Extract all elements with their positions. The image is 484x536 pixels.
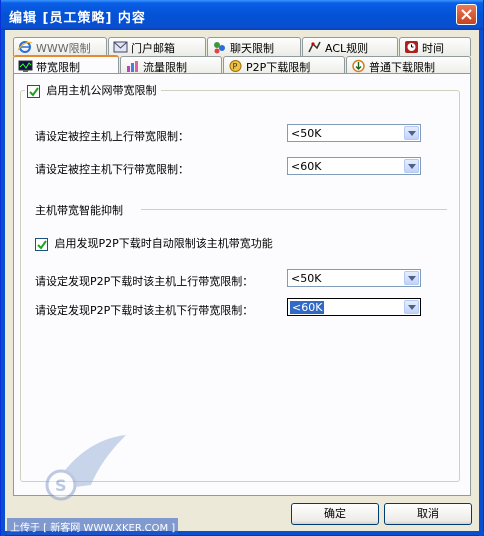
enable-bandwidth-label: 启用主机公网带宽限制 <box>46 84 157 97</box>
window-title: 编辑 [员工策略] 内容 <box>9 11 146 26</box>
download-limit-value: <60K <box>291 160 322 173</box>
tab-chat-limit[interactable]: 聊天限制 <box>207 37 301 56</box>
download-icon <box>352 59 365 73</box>
tab-time[interactable]: 时间 <box>399 37 471 56</box>
chevron-down-icon <box>408 305 416 310</box>
enable-bandwidth-checkbox-row[interactable]: 启用主机公网带宽限制 <box>25 82 161 98</box>
mail-icon <box>113 41 128 53</box>
close-icon <box>461 9 472 20</box>
svg-text:P: P <box>233 62 238 71</box>
chevron-down-icon <box>408 164 416 169</box>
p2p-download-limit-value: <60K <box>290 301 325 314</box>
p2p-download-limit-dropdown-button[interactable] <box>404 300 419 314</box>
tab-www-limit[interactable]: WWW限制 <box>13 37 107 56</box>
cancel-button[interactable]: 取消 <box>384 503 472 525</box>
acl-icon <box>308 41 321 53</box>
chat-icon <box>214 42 225 54</box>
p2p-enable-label: 启用发现P2P下载时自动限制该主机带宽功能 <box>54 237 273 250</box>
chevron-down-icon <box>408 131 416 136</box>
p2p-upload-limit-value: <50K <box>291 272 322 285</box>
close-button[interactable] <box>456 4 477 25</box>
bar-chart-icon <box>127 61 138 72</box>
download-limit-dropdown-button[interactable] <box>404 159 419 173</box>
p2p-icon: P <box>229 60 242 72</box>
upload-limit-value: <50K <box>291 127 322 140</box>
frame-right <box>479 30 483 536</box>
upload-limit-dropdown-button[interactable] <box>404 126 419 140</box>
title-bar[interactable]: 编辑 [员工策略] 内容 <box>1 0 483 30</box>
p2p-enable-checkbox[interactable] <box>35 237 48 251</box>
enable-bandwidth-checkbox[interactable] <box>27 84 40 98</box>
svg-text:S: S <box>55 476 67 495</box>
tab-bandwidth-limit[interactable]: 带宽限制 <box>13 55 119 75</box>
checkmark-icon <box>29 86 39 97</box>
watermark-text: 上传于 [ 新客网 WWW.XKER.COM ] <box>7 518 179 535</box>
tab-acl-rules[interactable]: ACL规则 <box>302 37 398 56</box>
frame-left <box>1 30 5 536</box>
p2p-enable-checkbox-row[interactable]: 启用发现P2P下载时自动限制该主机带宽功能 <box>35 235 273 251</box>
watermark-logo-icon: S <box>45 435 126 501</box>
chevron-down-icon <box>408 276 416 281</box>
checkmark-icon <box>37 239 47 250</box>
download-limit-label: 请设定被控主机下行带宽限制： <box>35 163 189 176</box>
p2p-upload-limit-dropdown-button[interactable] <box>404 271 419 285</box>
clock-icon <box>405 41 418 53</box>
upload-limit-label: 请设定被控主机上行带宽限制： <box>35 130 189 143</box>
p2p-upload-limit-select[interactable]: <50K <box>287 269 421 287</box>
ok-button[interactable]: 确定 <box>291 503 379 525</box>
ie-icon <box>18 41 33 53</box>
p2p-download-limit-select[interactable]: <60K <box>287 298 421 316</box>
smart-section-title: 主机带宽智能抑制 <box>35 204 123 217</box>
upload-limit-select[interactable]: <50K <box>287 124 421 142</box>
download-limit-select[interactable]: <60K <box>287 157 421 175</box>
bandwidth-groupbox: 启用主机公网带宽限制 请设定被控主机上行带宽限制： <50K 请设定被控主机下行… <box>20 82 460 482</box>
tab-portal-mail[interactable]: 门户邮箱 <box>108 37 206 56</box>
p2p-download-limit-label: 请设定发现P2P下载时该主机下行带宽限制： <box>35 304 254 317</box>
monitor-icon <box>18 60 33 72</box>
p2p-upload-limit-label: 请设定发现P2P下载时该主机上行带宽限制： <box>35 275 254 288</box>
dialog-window: 编辑 [员工策略] 内容 WWW限制 门户邮箱 聊天限制 ACL规则 时间 带宽… <box>0 0 484 536</box>
section-divider <box>141 209 447 210</box>
